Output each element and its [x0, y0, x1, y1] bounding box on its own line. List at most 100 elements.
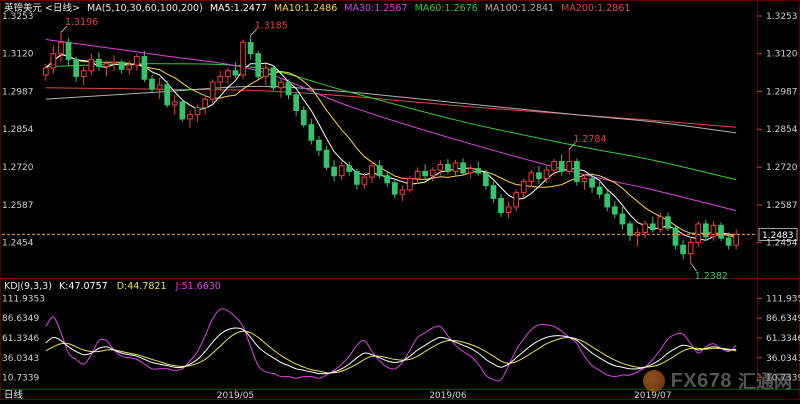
candle-body [399, 189, 406, 195]
kdj-k-label: K:47.0757 [59, 281, 108, 292]
candle [247, 35, 254, 60]
candle-body [376, 165, 383, 177]
candle [96, 52, 102, 71]
candle [225, 67, 231, 84]
chart-canvas[interactable]: 英镑美元 <日线> MA(5,10,30,60,100,200) MA5:1.2… [0, 0, 800, 401]
candle-body [596, 186, 603, 195]
candle [73, 56, 79, 83]
candle [710, 221, 717, 241]
candle [574, 158, 580, 186]
kdj-y-tick-label: 36.0343 [766, 354, 800, 364]
candle [672, 225, 679, 250]
chart-stage[interactable]: 英镑美元 <日线> MA(5,10,30,60,100,200) MA5:1.2… [0, 0, 800, 401]
candle-body [308, 124, 315, 141]
candle-body [687, 241, 694, 255]
ma100-label: MA100:1.2841 [485, 3, 554, 14]
candle-body [482, 172, 489, 187]
kdj-d-label: D:44.7821 [117, 281, 167, 292]
candle [596, 181, 603, 199]
candle-body [490, 185, 497, 199]
kdj-y-tick-label: 61.3346 [766, 334, 800, 344]
candle-body [611, 206, 618, 215]
candle [642, 221, 649, 239]
candle [308, 118, 315, 145]
kdj-d-line [45, 330, 737, 374]
price-header: 英镑美元 <日线> MA(5,10,30,60,100,200) MA5:1.2… [4, 2, 630, 14]
candle-body [156, 84, 163, 90]
ma200-line [45, 87, 737, 128]
candle [482, 170, 489, 190]
candle-body [619, 213, 626, 225]
period-label: <日线> [45, 2, 80, 14]
candle [399, 185, 406, 202]
candle-body [642, 223, 649, 233]
kdj-y-tick-label-left: 36.0343 [2, 354, 39, 364]
candle-body [58, 41, 64, 55]
chart-border [0, 0, 800, 400]
candle [467, 164, 474, 179]
candle-body [718, 224, 724, 239]
price-y-tick-label-left: 1.2454 [2, 239, 34, 249]
candle [445, 158, 451, 175]
price-y-tick-label: 1.2454 [766, 239, 798, 249]
candle [733, 229, 740, 250]
candle-body [209, 81, 216, 100]
candle-body [725, 237, 732, 246]
candle-body [369, 165, 375, 178]
candle-body [88, 58, 95, 72]
candle [361, 172, 368, 189]
candle [369, 161, 375, 183]
candle-body [133, 56, 140, 66]
kdj-j-label: J:51.6630 [175, 281, 221, 292]
candle [316, 135, 322, 156]
period-tab[interactable]: 日线 [4, 389, 24, 401]
kdj-y-tick-label-left: 10.7339 [2, 374, 39, 384]
candle-body [262, 67, 269, 77]
candle [376, 160, 383, 179]
kdj-k-line [45, 327, 737, 375]
candle [407, 175, 413, 193]
candle-body [627, 223, 633, 236]
candle-body [225, 70, 231, 77]
candle [718, 222, 724, 241]
candle [164, 80, 171, 108]
candle-body [247, 41, 254, 55]
candle-body [391, 182, 398, 195]
candle [202, 94, 208, 115]
x-tick-label: 2019/06 [429, 391, 467, 400]
annotation-label: 1.2382 [695, 271, 728, 282]
candle-body [520, 180, 527, 194]
candle-body [680, 244, 686, 255]
x-tick-label: 2019/05 [217, 391, 254, 400]
ma200-label: MA200:1.2861 [561, 3, 630, 14]
candle [331, 160, 337, 182]
candle-body [202, 98, 208, 109]
price-y-tick-label-left: 1.3253 [2, 12, 34, 22]
candle [384, 171, 391, 188]
price-y-tick-label-left: 1.2854 [2, 125, 34, 135]
candle [285, 79, 292, 100]
annotation-label: 1.3185 [255, 20, 288, 31]
annotation-label: 1.2784 [573, 134, 606, 145]
candle [133, 53, 140, 71]
candle-body [240, 41, 246, 76]
candle-body [42, 67, 49, 76]
candle [695, 221, 702, 247]
candle [414, 167, 421, 185]
candle-body [300, 109, 307, 126]
candle [452, 160, 459, 176]
candle-body [96, 58, 102, 67]
candle-body [171, 101, 178, 106]
candle [300, 106, 307, 128]
candle [149, 75, 155, 94]
candle [604, 189, 611, 212]
candle-body [65, 41, 72, 60]
watermark-brand-cn: 汇通网 [738, 372, 792, 392]
candle-body [566, 161, 573, 172]
candle [141, 50, 148, 83]
annotation-label: 1.3196 [65, 17, 98, 28]
candle-body [149, 78, 155, 90]
candle [323, 145, 330, 171]
candle [429, 167, 436, 182]
price-y-tick-label: 1.2720 [766, 163, 798, 173]
